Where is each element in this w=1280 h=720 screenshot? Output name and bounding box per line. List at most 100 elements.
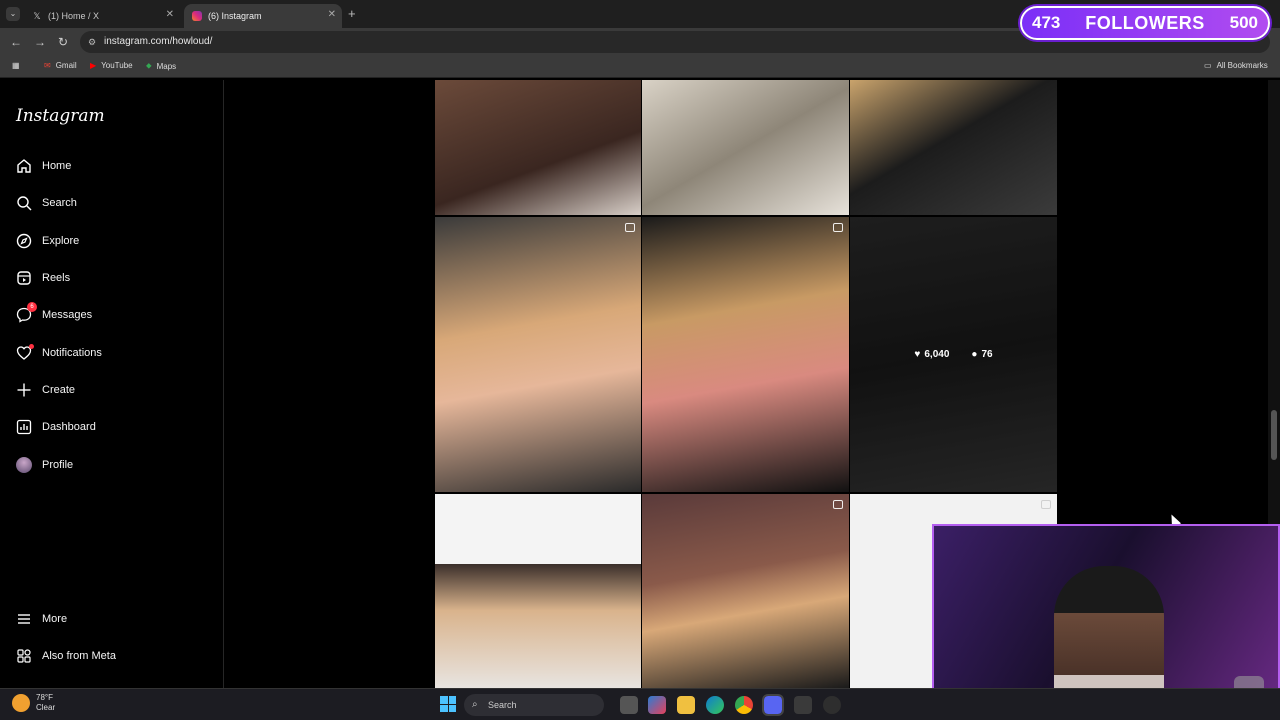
nav-messages[interactable]: 6 Messages [14,302,92,328]
follower-goal-overlay: 473 FOLLOWERS 500 [1020,6,1270,40]
nav-more[interactable]: More [14,606,67,632]
folder-icon: ▭ [1204,61,1212,70]
nav-also-from-meta[interactable]: Also from Meta [14,643,116,669]
post-thumbnail[interactable] [850,80,1057,215]
nav-label: Also from Meta [42,650,116,662]
carousel-icon [1041,500,1051,509]
obs-icon[interactable] [823,696,841,714]
search-icon [14,193,34,213]
home-icon [14,156,34,176]
post-thumbnail[interactable] [642,217,849,492]
bookmark-youtube[interactable]: ▶ YouTube [90,61,133,70]
heart-filled-icon: ♥ [914,349,921,360]
close-icon[interactable]: ✕ [166,9,174,20]
instagram-icon [192,11,202,21]
weather-widget[interactable]: 78°F Clear [12,693,55,713]
new-tab-button[interactable]: + [348,6,356,21]
post-hover-overlay: ♥ 6,040 ● 76 [850,217,1057,492]
carousel-icon [833,500,843,509]
taskbar-search-label: Search [488,700,517,710]
weather-temperature: 78°F [36,693,53,702]
nav-label: Explore [42,235,80,247]
notification-dot [29,344,34,349]
carousel-icon [625,223,635,232]
tab-title: (1) Home / X [48,11,100,21]
forward-icon[interactable]: → [34,35,46,49]
bookmark-maps[interactable]: ⬥ Maps [146,61,176,71]
youtube-icon: ▶ [90,61,97,70]
gmail-icon: ✉ [44,61,51,70]
nav-label: Home [42,160,72,172]
app-icon[interactable] [794,696,812,714]
reload-icon[interactable]: ↻ [58,35,68,49]
instagram-sidebar: Instagram Home Search Explore Reels 6 Me… [0,80,224,688]
site-info-icon[interactable]: ⚙ [88,31,96,53]
carousel-icon [833,223,843,232]
plus-icon [14,380,34,400]
nav-explore[interactable]: Explore [14,228,79,254]
all-bookmarks-button[interactable]: ▭ All Bookmarks [1204,61,1268,70]
tab-title: (6) Instagram [208,11,262,21]
nav-label: Dashboard [42,421,96,433]
nav-home[interactable]: Home [14,153,71,179]
post-thumbnail[interactable] [435,494,641,688]
scrollbar-thumb[interactable] [1271,410,1277,460]
windows-taskbar: 78°F Clear ⌕ Search [0,688,1280,720]
search-icon: ⌕ [472,699,478,710]
meta-icon [14,646,34,666]
url-text: instagram.com/howloud/ [104,36,213,47]
avatar-icon [14,455,34,475]
x-logo-icon: 𝕏 [33,11,41,21]
chrome-icon[interactable] [735,696,753,714]
followers-goal: 500 [1229,13,1258,32]
nav-label: Profile [42,459,74,471]
apps-grid-icon[interactable]: ▦ [12,61,20,70]
nav-reels[interactable]: Reels [14,265,70,291]
post-thumbnail[interactable] [642,80,849,215]
heart-icon [14,343,34,363]
dashboard-icon [14,417,34,437]
comments-count: ● 76 [971,349,993,360]
weather-sun-icon [12,694,30,712]
task-view-icon[interactable] [620,696,638,714]
back-icon[interactable]: ← [10,35,22,49]
bookmarks-bar: ▦ ✉ Gmail ▶ YouTube ⬥ Maps ▭ All Bookmarks [0,56,1280,78]
nav-profile[interactable]: Profile [14,452,73,478]
followers-current: 473 [1032,13,1061,32]
bookmark-gmail[interactable]: ✉ Gmail [44,61,77,70]
nav-notifications[interactable]: Notifications [14,340,102,366]
file-explorer-icon[interactable] [677,696,695,714]
tab-instagram[interactable]: (6) Instagram ✕ [184,4,342,28]
windows-start-icon[interactable] [440,696,456,712]
nav-dashboard[interactable]: Dashboard [14,414,96,440]
post-thumbnail[interactable] [435,80,641,215]
taskbar-search[interactable]: ⌕ Search [464,694,604,716]
likes-count: ♥ 6,040 [914,349,950,360]
nav-label: Notifications [42,347,102,359]
close-icon[interactable]: ✕ [328,9,336,20]
maps-icon: ⬥ [146,61,152,70]
reels-icon [14,268,34,288]
weather-condition: Clear [36,703,56,712]
nav-create[interactable]: Create [14,377,75,403]
nav-label: More [42,613,68,625]
menu-icon [14,609,34,629]
post-thumbnail[interactable] [435,217,641,492]
post-thumbnail-hovered[interactable]: ♥ 6,040 ● 76 [850,217,1057,492]
post-thumbnail[interactable] [642,494,849,688]
nav-label: Messages [42,309,93,321]
messages-badge: 6 [27,302,37,312]
tab-x-home[interactable]: 𝕏 (1) Home / X ✕ [24,4,180,28]
nav-label: Create [42,384,76,396]
tab-list-button[interactable]: ⌄ [6,7,20,21]
instagram-logo[interactable]: Instagram [16,106,105,126]
compass-icon [14,231,34,251]
edge-icon[interactable] [706,696,724,714]
nav-label: Search [42,197,77,209]
copilot-icon[interactable] [648,696,666,714]
nav-label: Reels [42,272,71,284]
discord-icon[interactable] [762,694,784,716]
followers-label: FOLLOWERS [1085,12,1205,33]
nav-search[interactable]: Search [14,190,77,216]
messenger-icon: 6 [14,302,37,325]
